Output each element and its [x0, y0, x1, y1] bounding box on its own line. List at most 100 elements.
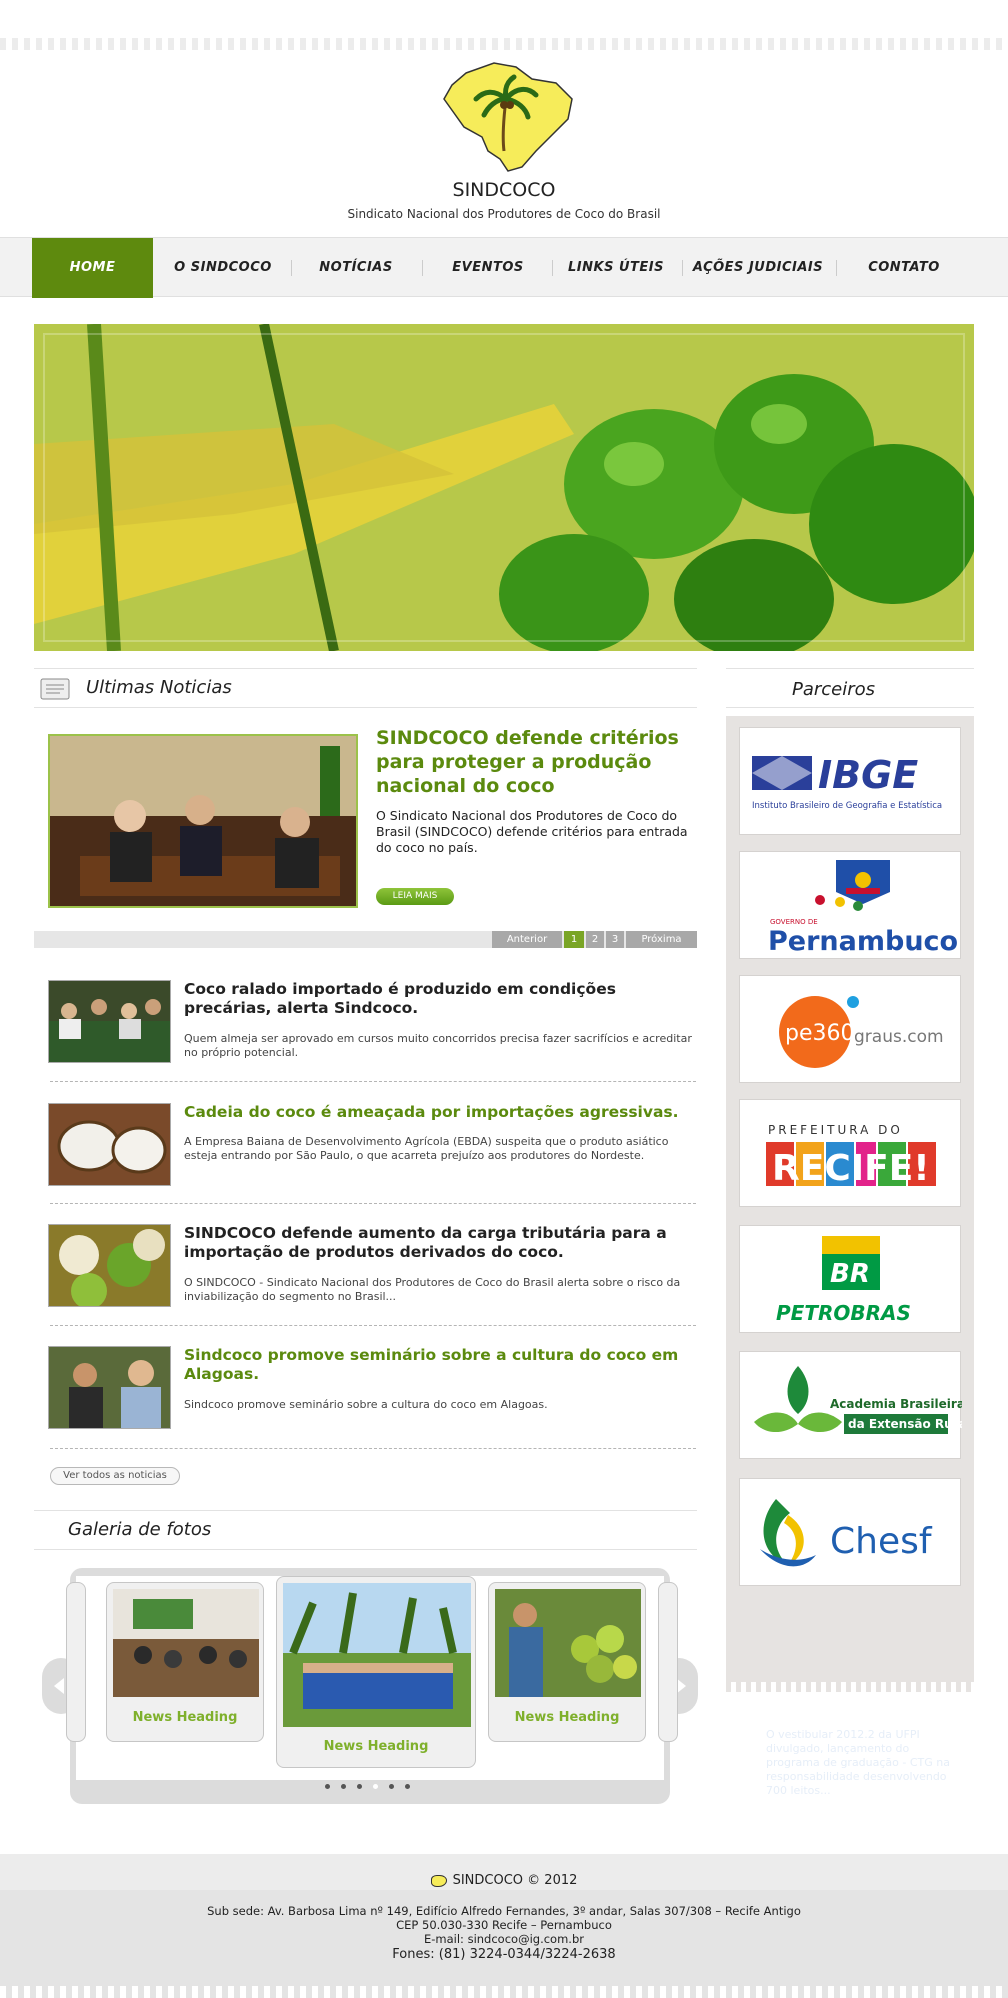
pernambuco-wordmark: Pernambuco [768, 926, 958, 957]
pager-page-3[interactable]: 3 [606, 931, 624, 948]
see-all-news-button[interactable]: Ver todos as noticias [50, 1467, 180, 1485]
photo-gallery-carousel: News Heading News Heading News Heading [66, 1568, 678, 1804]
news-section-title: Ultimas Noticias [86, 677, 232, 698]
divider [50, 1203, 696, 1204]
carousel-dot[interactable] [341, 1784, 346, 1789]
news-thumbnail[interactable] [48, 1103, 171, 1186]
nav-separator [682, 260, 683, 276]
gallery-photo[interactable] [495, 1589, 641, 1697]
list-item[interactable]: Cadeia do coco é ameaçada por importaçõe… [48, 1103, 698, 1187]
pager-prev-button[interactable]: Anterior [492, 931, 562, 948]
brand-name[interactable]: SINDCOCO [0, 179, 1008, 201]
sidebar-decoration [726, 1682, 974, 1692]
featured-news-image[interactable] [48, 734, 358, 908]
nav-item-noticias[interactable]: NOTÍCIAS [296, 238, 416, 298]
nav-item-home[interactable]: HOME [32, 238, 153, 298]
partner-logo-recife[interactable]: PREFEITURA DO RECIFE! [739, 1099, 961, 1207]
partner-logo-pernambuco[interactable]: GOVERNO DE Pernambuco [739, 851, 961, 959]
pe360-wordmark: pe360 [785, 1021, 855, 1046]
footer-email[interactable]: E-mail: sindcoco@ig.com.br [0, 1932, 1008, 1946]
petrobras-wordmark: PETROBRAS [776, 1301, 911, 1325]
site-footer: Sub sede: Av. Barbosa Lima nº 149, Edifí… [0, 1890, 1008, 1998]
ibge-wordmark: IBGE [818, 753, 918, 797]
newspaper-icon [40, 678, 70, 700]
chesf-wordmark: Chesf [830, 1521, 933, 1562]
partner-logo-ibge[interactable]: IBGE Instituto Brasileiro de Geografia e… [739, 727, 961, 835]
carousel-dot[interactable] [325, 1784, 330, 1789]
pe360-subtitle: graus.com [854, 1027, 944, 1047]
carousel-dot[interactable] [357, 1784, 362, 1789]
news-text: A Empresa Baiana de Desenvolvimento Agrí… [184, 1135, 669, 1162]
gallery-caption[interactable]: News Heading [489, 1710, 645, 1725]
gallery-section-title: Galeria de fotos [68, 1519, 212, 1540]
br-wordmark: BR [830, 1259, 870, 1289]
divider [50, 1325, 696, 1326]
pager-page-2[interactable]: 2 [586, 931, 604, 948]
footer-phones: Fones: (81) 3224-0344/3224-2638 [392, 1947, 616, 1962]
carousel-dot[interactable] [405, 1784, 410, 1789]
featured-news-text: O Sindicato Nacional dos Produtores de C… [376, 808, 688, 855]
partner-logo-academia[interactable]: Academia Brasileira da Extensão Rural [739, 1351, 971, 1459]
gallery-card-partial[interactable] [658, 1582, 678, 1742]
site-header: SINDCOCO Sindicato Nacional dos Produtor… [0, 55, 1008, 221]
read-more-button[interactable]: LEIA MAIS [376, 888, 454, 905]
list-item[interactable]: Coco ralado importado é produzido em con… [48, 980, 698, 1064]
gallery-viewport: News Heading News Heading News Heading [66, 1576, 678, 1780]
nav-separator [836, 260, 837, 276]
gallery-photo[interactable] [113, 1589, 259, 1697]
divider [50, 1081, 696, 1082]
partners-section-header: Parceiros [726, 668, 974, 708]
gallery-caption[interactable]: News Heading [277, 1739, 475, 1754]
hero-banner-image [34, 324, 974, 651]
nav-separator [552, 260, 553, 276]
footer-address: Sub sede: Av. Barbosa Lima nº 149, Edifí… [207, 1904, 801, 1918]
partner-logo-chesf[interactable]: Chesf [739, 1478, 961, 1586]
pager-next-button[interactable]: Próxima [626, 931, 697, 948]
news-title[interactable]: Cadeia do coco é ameaçada por importaçõe… [184, 1103, 694, 1122]
academia-subtitle: da Extensão Rural [848, 1417, 962, 1431]
nav-separator [422, 260, 423, 276]
nav-separator [291, 260, 292, 276]
header-decoration [0, 38, 1008, 50]
partner-logo-petrobras[interactable]: BR PETROBRAS [739, 1225, 961, 1333]
carousel-dot[interactable] [389, 1784, 394, 1789]
news-title[interactable]: Coco ralado importado é produzido em con… [184, 980, 694, 1018]
news-thumbnail[interactable] [48, 980, 171, 1063]
news-title[interactable]: SINDCOCO defende aumento da carga tribut… [184, 1224, 694, 1262]
recife-subtitle: PREFEITURA DO [768, 1123, 903, 1137]
nav-item-eventos[interactable]: EVENTOS [428, 238, 548, 298]
pernambuco-subtitle: GOVERNO DE [770, 918, 818, 926]
partner-logo-pe360[interactable]: pe360 graus.com [739, 975, 961, 1083]
list-item[interactable]: SINDCOCO defende aumento da carga tribut… [48, 1224, 698, 1308]
gallery-caption[interactable]: News Heading [107, 1710, 263, 1725]
ibge-subtitle: Instituto Brasileiro de Geografia e Esta… [752, 801, 942, 811]
academia-wordmark: Academia Brasileira [830, 1397, 962, 1411]
featured-news-title[interactable]: SINDCOCO defende critérios para proteger… [376, 726, 706, 798]
recife-wordmark: RECIFE! [772, 1148, 930, 1189]
news-thumbnail[interactable] [48, 1346, 171, 1429]
nav-item-contato[interactable]: CONTATO [844, 238, 964, 298]
pager-page-1[interactable]: 1 [564, 931, 584, 948]
gallery-card[interactable]: News Heading [488, 1582, 646, 1742]
nav-item-links-uteis[interactable]: LINKS ÚTEIS [556, 238, 676, 298]
footer-cep: CEP 50.030-330 Recife – Pernambuco [396, 1918, 612, 1932]
news-text: Sindcoco promove seminário sobre a cultu… [184, 1398, 548, 1411]
nav-item-o-sindcoco[interactable]: O SINDCOCO [163, 238, 283, 298]
news-thumbnail[interactable] [48, 1224, 171, 1307]
brazil-map-logo-icon[interactable] [424, 55, 584, 175]
gallery-card-active[interactable]: News Heading [276, 1576, 476, 1768]
gallery-card-partial[interactable] [66, 1582, 86, 1742]
brand-tagline: Sindicato Nacional dos Produtores de Coc… [347, 207, 661, 221]
gallery-card[interactable]: News Heading [106, 1582, 264, 1742]
partners-section-title: Parceiros [792, 679, 876, 700]
news-text: O SINDCOCO - Sindicato Nacional dos Prod… [184, 1276, 681, 1303]
carousel-dot-active[interactable] [373, 1784, 378, 1789]
faded-sidebar-text: O vestibular 2012.2 da UFPI divulgado, l… [766, 1728, 950, 1797]
footer-decoration [0, 1986, 1008, 1998]
news-text: Quem almeja ser aprovado em cursos muito… [184, 1032, 692, 1059]
list-item[interactable]: Sindcoco promove seminário sobre a cultu… [48, 1346, 698, 1430]
news-title[interactable]: Sindcoco promove seminário sobre a cultu… [184, 1346, 694, 1384]
gallery-photo[interactable] [283, 1583, 471, 1727]
footer-logo-icon [430, 1874, 447, 1887]
nav-item-acoes-judiciais[interactable]: AÇÕES JUDICIAIS [688, 238, 828, 298]
